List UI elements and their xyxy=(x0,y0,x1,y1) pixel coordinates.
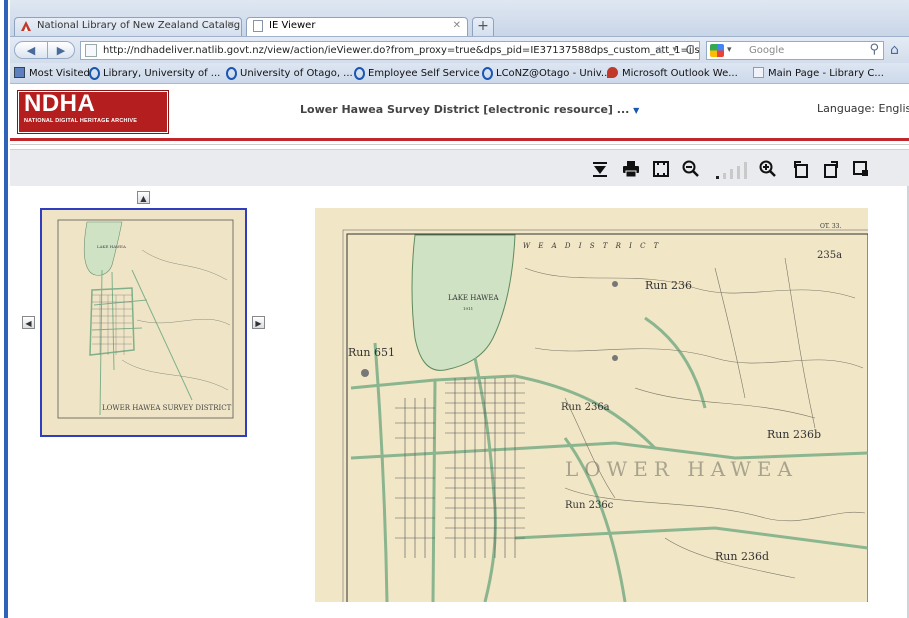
bookmark-label: Main Page - Library C... xyxy=(768,68,884,79)
page-favicon-icon xyxy=(253,20,263,32)
map-corner-label: OT. 33. xyxy=(820,223,841,230)
run-label-235a: 235a xyxy=(817,250,842,261)
url-history-dropdown-icon[interactable]: ▾ xyxy=(672,42,677,59)
tab-catalog[interactable]: National Library of New Zealand Catalog.… xyxy=(14,17,242,36)
tab-label: IE Viewer xyxy=(269,20,316,31)
bookmark-most-visited[interactable]: Most Visited xyxy=(14,66,90,81)
tab-strip: National Library of New Zealand Catalog.… xyxy=(10,0,909,37)
bookmark-star-icon[interactable]: ☆ xyxy=(654,42,665,59)
most-visited-icon xyxy=(14,67,25,78)
run-label-236: Run 236 xyxy=(645,279,692,292)
zoom-level-indicator[interactable] xyxy=(714,161,752,179)
zoom-out-icon[interactable] xyxy=(681,159,701,179)
zoom-level-bar[interactable] xyxy=(716,176,719,179)
search-icon[interactable]: ⚲ xyxy=(869,41,879,58)
zoom-level-bar[interactable] xyxy=(723,172,726,179)
tab-label: National Library of New Zealand Catalog.… xyxy=(37,20,242,31)
fullscreen-icon[interactable] xyxy=(851,159,871,179)
page-identity-icon xyxy=(85,44,97,57)
district-watermark-label: LOWER HAWEA xyxy=(565,457,798,481)
tab-close-icon[interactable]: ✕ xyxy=(227,20,235,31)
bookmark-university-otago[interactable]: University of Otago, ... xyxy=(225,66,353,81)
ndha-logo[interactable]: NDHA NATIONAL DIGITAL HERITAGE ARCHIVE xyxy=(18,90,168,133)
otago-ring-icon xyxy=(226,67,237,80)
viewer-toolbar xyxy=(10,149,909,187)
thumbnail-map-image: LOWER HAWEA SURVEY DISTRICT LAKE HAWEA xyxy=(42,210,245,435)
home-icon[interactable]: ⌂ xyxy=(890,41,908,59)
bookmark-label: University of Otago, ... xyxy=(240,68,353,79)
address-bar[interactable]: http://ndhadeliver.natlib.govt.nz/view/a… xyxy=(80,41,700,60)
download-icon[interactable] xyxy=(590,159,610,179)
search-box[interactable]: ▾ Google ⚲ xyxy=(706,41,884,60)
run-label-651: Run 651 xyxy=(348,346,395,359)
document-page-image[interactable]: M I D H A W E A D I S T R I C T OT. 33. … xyxy=(315,208,868,602)
new-tab-button[interactable]: + xyxy=(472,17,494,36)
bookmark-library-otago[interactable]: Library, University of ... xyxy=(88,66,220,81)
run-label-236c: Run 236c xyxy=(565,500,614,511)
bookmark-outlook[interactable]: Microsoft Outlook We... xyxy=(607,66,738,81)
rotate-right-icon[interactable] xyxy=(821,159,841,179)
print-icon[interactable] xyxy=(621,159,641,179)
language-selector[interactable]: Language: English xyxy=(817,102,909,115)
map-drawing: M I D H A W E A D I S T R I C T OT. 33. … xyxy=(315,208,868,602)
page-icon xyxy=(753,67,764,78)
bookmark-label: LCoNZ@Otago - Univ... xyxy=(496,68,611,79)
map-lake-sub: 1911 xyxy=(463,306,473,311)
logo-text: NDHA xyxy=(24,90,96,117)
search-placeholder: Google xyxy=(749,45,785,56)
header-rule xyxy=(10,138,909,141)
engine-dropdown-icon[interactable]: ▾ xyxy=(727,42,732,59)
run-label-236d: Run 236d xyxy=(715,550,769,563)
fit-page-icon[interactable] xyxy=(651,159,671,179)
thumbnail-caption: LOWER HAWEA SURVEY DISTRICT xyxy=(102,404,232,412)
page-content: NDHA NATIONAL DIGITAL HERITAGE ARCHIVE L… xyxy=(10,84,909,618)
natlib-favicon-icon xyxy=(21,21,31,31)
bookmark-label: Microsoft Outlook We... xyxy=(622,68,738,79)
title-dropdown-icon[interactable]: ▼ xyxy=(633,106,639,115)
navigation-toolbar: ◀ ▶ http://ndhadeliver.natlib.govt.nz/vi… xyxy=(10,37,909,63)
zoom-level-bar[interactable] xyxy=(730,169,733,179)
next-page-arrow-icon[interactable]: ▶ xyxy=(252,316,265,329)
bookmark-label: Most Visited xyxy=(29,68,90,79)
bookmark-lconz[interactable]: LCoNZ@Otago - Univ... xyxy=(481,66,610,81)
bookmark-label: Library, University of ... xyxy=(103,68,221,79)
tab-close-icon[interactable]: ✕ xyxy=(453,20,461,31)
outlook-icon xyxy=(607,67,618,78)
tab-ie-viewer[interactable]: IE Viewer ✕ xyxy=(246,17,468,36)
thumbnail-lake-label: LAKE HAWEA xyxy=(97,244,126,249)
previous-page-arrow-icon[interactable]: ◀ xyxy=(22,316,35,329)
zoom-in-icon[interactable] xyxy=(758,159,778,179)
viewer-area: ▲ ▼ ◀ ▶ LOWER HAWEA SURVEY DISTRICT L xyxy=(10,186,909,618)
zoom-level-bar[interactable] xyxy=(737,165,740,179)
bookmark-label: Employee Self Service xyxy=(368,68,480,79)
thumbnail-selected[interactable]: LOWER HAWEA SURVEY DISTRICT LAKE HAWEA xyxy=(40,208,247,437)
bookmarks-toolbar: Most Visited Library, University of ... … xyxy=(10,63,909,84)
bookmark-main-page-library[interactable]: Main Page - Library C... xyxy=(753,66,884,81)
browser-window: National Library of New Zealand Catalog.… xyxy=(10,0,909,618)
page-title[interactable]: Lower Hawea Survey District [electronic … xyxy=(300,103,639,116)
rotate-left-icon[interactable] xyxy=(791,159,811,179)
run-label-236a: Run 236a xyxy=(561,402,610,413)
page-title-text: Lower Hawea Survey District [electronic … xyxy=(300,103,630,116)
reload-icon[interactable]: C xyxy=(686,42,694,59)
otago-ring-icon xyxy=(354,67,365,80)
zoom-level-bar[interactable] xyxy=(744,162,747,179)
map-lake-label: LAKE HAWEA xyxy=(448,294,499,302)
forward-button[interactable]: ▶ xyxy=(47,41,75,59)
thumbnail-up-arrow-icon[interactable]: ▲ xyxy=(137,191,150,204)
left-window-edge xyxy=(0,0,10,618)
header-divider xyxy=(10,144,909,145)
logo-subtitle: NATIONAL DIGITAL HERITAGE ARCHIVE xyxy=(24,118,138,124)
otago-ring-icon xyxy=(482,67,493,80)
run-label-236b: Run 236b xyxy=(767,428,821,441)
window-frame-strip xyxy=(4,0,8,618)
bookmark-employee-self-service[interactable]: Employee Self Service xyxy=(353,66,480,81)
back-button[interactable]: ◀ xyxy=(14,41,48,59)
url-text: http://ndhadeliver.natlib.govt.nz/view/a… xyxy=(103,45,700,56)
google-engine-icon[interactable] xyxy=(710,44,724,57)
otago-ring-icon xyxy=(89,67,100,80)
